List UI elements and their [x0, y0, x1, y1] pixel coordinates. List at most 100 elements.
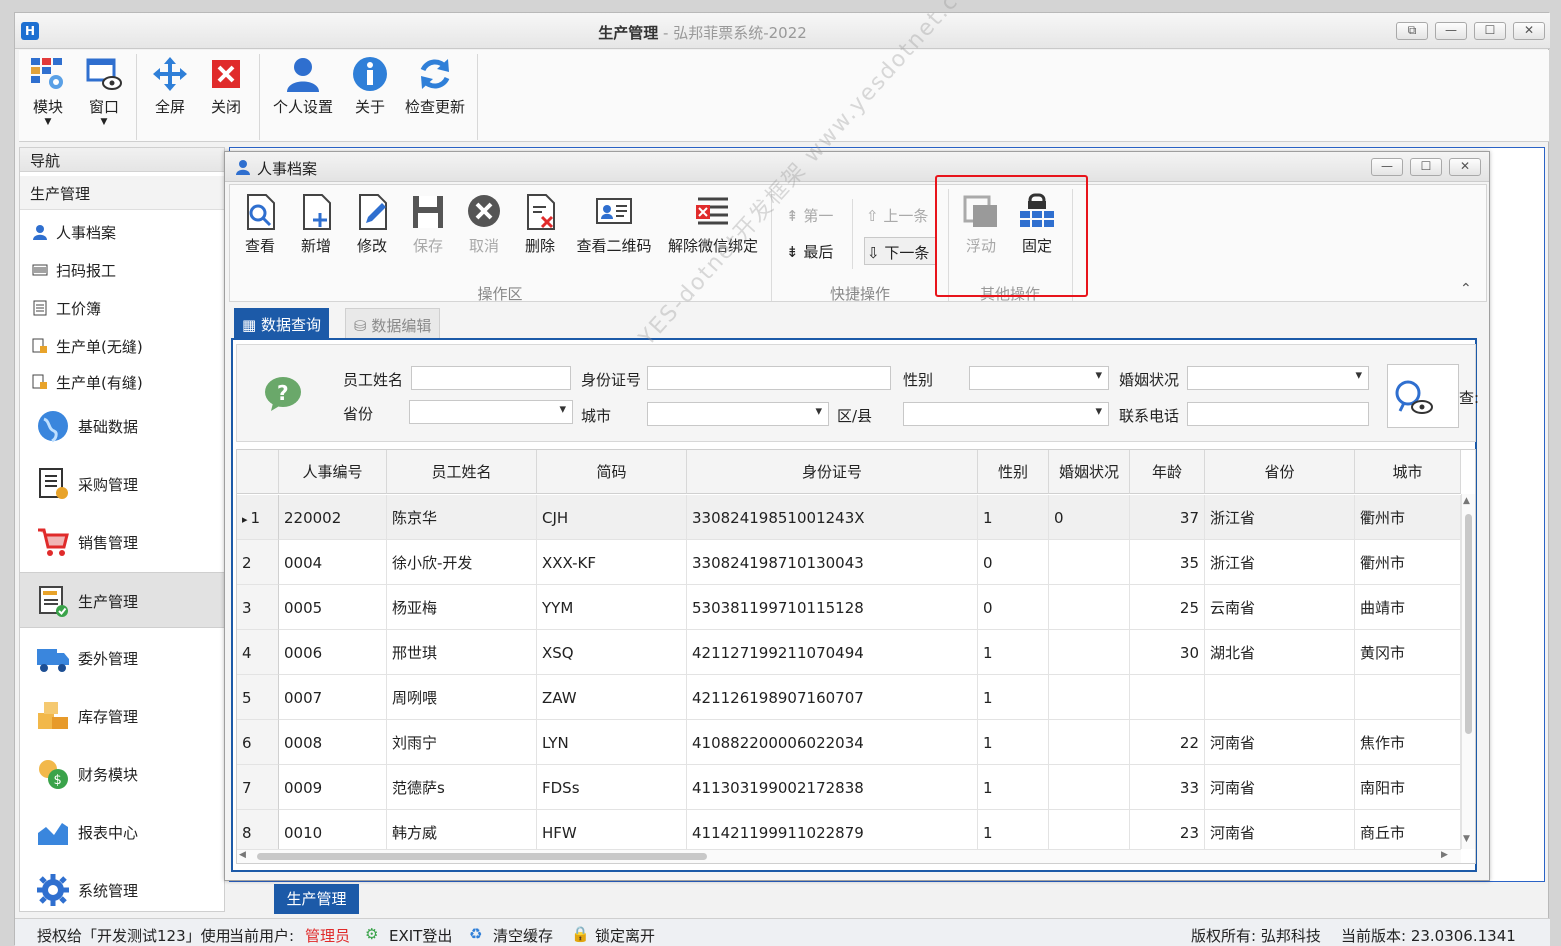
- table-cell[interactable]: 河南省: [1205, 720, 1355, 765]
- nav-item-scan-report[interactable]: 扫码报工: [20, 252, 224, 288]
- edit-button[interactable]: 修改: [352, 193, 392, 256]
- close-window-button[interactable]: ✕: [1513, 22, 1545, 40]
- nav-inventory[interactable]: 库存管理: [20, 688, 224, 744]
- table-cell[interactable]: [1049, 585, 1130, 630]
- nav-finance[interactable]: $ 财务模块: [20, 746, 224, 802]
- table-cell[interactable]: 410882200006022034: [687, 720, 978, 765]
- table-cell[interactable]: 曲靖市: [1355, 585, 1461, 630]
- employee-name-input[interactable]: [411, 366, 571, 390]
- table-cell[interactable]: 1: [978, 495, 1049, 540]
- column-header[interactable]: 简码: [537, 450, 687, 494]
- table-cell[interactable]: 杨亚梅: [387, 585, 537, 630]
- nav-group-production[interactable]: 生产管理: [20, 176, 224, 210]
- table-cell[interactable]: [1355, 675, 1461, 720]
- table-cell[interactable]: [1049, 675, 1130, 720]
- table-cell[interactable]: 33: [1130, 765, 1205, 810]
- table-cell[interactable]: [1049, 540, 1130, 585]
- table-cell[interactable]: 南阳市: [1355, 765, 1461, 810]
- child-title-bar[interactable]: 人事档案 — ☐ ✕: [225, 152, 1489, 182]
- table-cell[interactable]: 范德萨s: [387, 765, 537, 810]
- row-number-cell[interactable]: 6: [237, 720, 279, 765]
- scroll-right-icon[interactable]: ▶: [1441, 850, 1448, 860]
- province-select[interactable]: [409, 400, 573, 424]
- table-cell[interactable]: 0009: [279, 765, 387, 810]
- modules-button[interactable]: 模块 ▼: [27, 54, 69, 127]
- table-cell[interactable]: 0: [1049, 495, 1130, 540]
- prev-record-button[interactable]: ⇧ 上一条: [866, 205, 928, 226]
- table-cell[interactable]: FDSs: [537, 765, 687, 810]
- table-cell[interactable]: 衢州市: [1355, 540, 1461, 585]
- table-cell[interactable]: 0005: [279, 585, 387, 630]
- phone-input[interactable]: [1187, 402, 1369, 426]
- clear-cache-link[interactable]: 清空缓存: [493, 925, 553, 946]
- about-button[interactable]: 关于: [349, 54, 391, 117]
- row-number-cell[interactable]: ▸ 1: [237, 495, 279, 540]
- title-bar[interactable]: H 生产管理 - 弘邦菲票系统-2022 ⧉ — ☐ ✕: [15, 13, 1550, 49]
- nav-outsource[interactable]: 委外管理: [20, 630, 224, 686]
- table-cell[interactable]: 330824198710130043: [687, 540, 978, 585]
- child-close-button[interactable]: ✕: [1449, 158, 1481, 176]
- table-cell[interactable]: 陈京华: [387, 495, 537, 540]
- query-label[interactable]: 查:: [1459, 387, 1479, 408]
- table-cell[interactable]: 0006: [279, 630, 387, 675]
- table-cell[interactable]: 河南省: [1205, 765, 1355, 810]
- table-cell[interactable]: [1049, 630, 1130, 675]
- row-number-cell[interactable]: 4: [237, 630, 279, 675]
- table-cell[interactable]: 1: [978, 675, 1049, 720]
- row-number-cell[interactable]: 3: [237, 585, 279, 630]
- table-cell[interactable]: 湖北省: [1205, 630, 1355, 675]
- table-cell[interactable]: XSQ: [537, 630, 687, 675]
- horizontal-scrollbar[interactable]: ◀ ▶: [237, 849, 1461, 863]
- window-dropdown-icon[interactable]: ▼: [83, 117, 125, 127]
- delete-button[interactable]: 删除: [520, 193, 560, 256]
- row-number-cell[interactable]: 2: [237, 540, 279, 585]
- nav-sales[interactable]: 销售管理: [20, 514, 224, 570]
- table-cell[interactable]: 1: [978, 765, 1049, 810]
- table-cell[interactable]: YYM: [537, 585, 687, 630]
- column-header[interactable]: 城市: [1355, 450, 1461, 494]
- nav-item-price-book[interactable]: 工价簿: [20, 290, 224, 326]
- view-qrcode-button[interactable]: 查看二维码: [574, 193, 654, 256]
- save-button[interactable]: 保存: [408, 193, 448, 256]
- window-button[interactable]: 窗口 ▼: [83, 54, 125, 127]
- column-header[interactable]: 年龄: [1130, 450, 1205, 494]
- first-record-button[interactable]: ⇞ 第一: [786, 205, 833, 226]
- nav-reports[interactable]: 报表中心: [20, 804, 224, 860]
- district-select[interactable]: [903, 402, 1109, 426]
- vertical-scroll-thumb[interactable]: [1465, 514, 1472, 734]
- table-cell[interactable]: 37: [1130, 495, 1205, 540]
- child-maximize-button[interactable]: ☐: [1410, 158, 1442, 176]
- scroll-left-icon[interactable]: ◀: [239, 850, 246, 860]
- column-header[interactable]: 省份: [1205, 450, 1355, 494]
- table-cell[interactable]: 25: [1130, 585, 1205, 630]
- marriage-select[interactable]: [1187, 366, 1369, 390]
- table-cell[interactable]: 0: [978, 585, 1049, 630]
- table-cell[interactable]: CJH: [537, 495, 687, 540]
- table-cell[interactable]: LYN: [537, 720, 687, 765]
- table-cell[interactable]: 220002: [279, 495, 387, 540]
- check-update-button[interactable]: 检查更新: [403, 54, 467, 117]
- minimize-button[interactable]: —: [1435, 22, 1467, 40]
- row-number-cell[interactable]: 7: [237, 765, 279, 810]
- city-select[interactable]: [647, 402, 829, 426]
- idcard-input[interactable]: [647, 366, 891, 390]
- table-cell[interactable]: 421126198907160707: [687, 675, 978, 720]
- table-cell[interactable]: 1: [978, 720, 1049, 765]
- close-button[interactable]: 关闭: [205, 54, 247, 117]
- table-cell[interactable]: 周咧喂: [387, 675, 537, 720]
- column-header[interactable]: 性别: [978, 450, 1049, 494]
- table-cell[interactable]: 黄冈市: [1355, 630, 1461, 675]
- table-cell[interactable]: 33082419851001243X: [687, 495, 978, 540]
- table-cell[interactable]: [1130, 675, 1205, 720]
- column-header[interactable]: 身份证号: [687, 450, 978, 494]
- table-cell[interactable]: 0008: [279, 720, 387, 765]
- fullscreen-button[interactable]: 全屏: [147, 54, 193, 117]
- column-header[interactable]: 员工姓名: [387, 450, 537, 494]
- table-cell[interactable]: 徐小欣-开发: [387, 540, 537, 585]
- nav-production[interactable]: 生产管理: [20, 572, 224, 628]
- horizontal-scroll-thumb[interactable]: [257, 853, 707, 860]
- table-cell[interactable]: 邢世琪: [387, 630, 537, 675]
- maximize-button[interactable]: ☐: [1474, 22, 1506, 40]
- scroll-up-icon[interactable]: ▲: [1463, 496, 1470, 506]
- table-cell[interactable]: [1049, 765, 1130, 810]
